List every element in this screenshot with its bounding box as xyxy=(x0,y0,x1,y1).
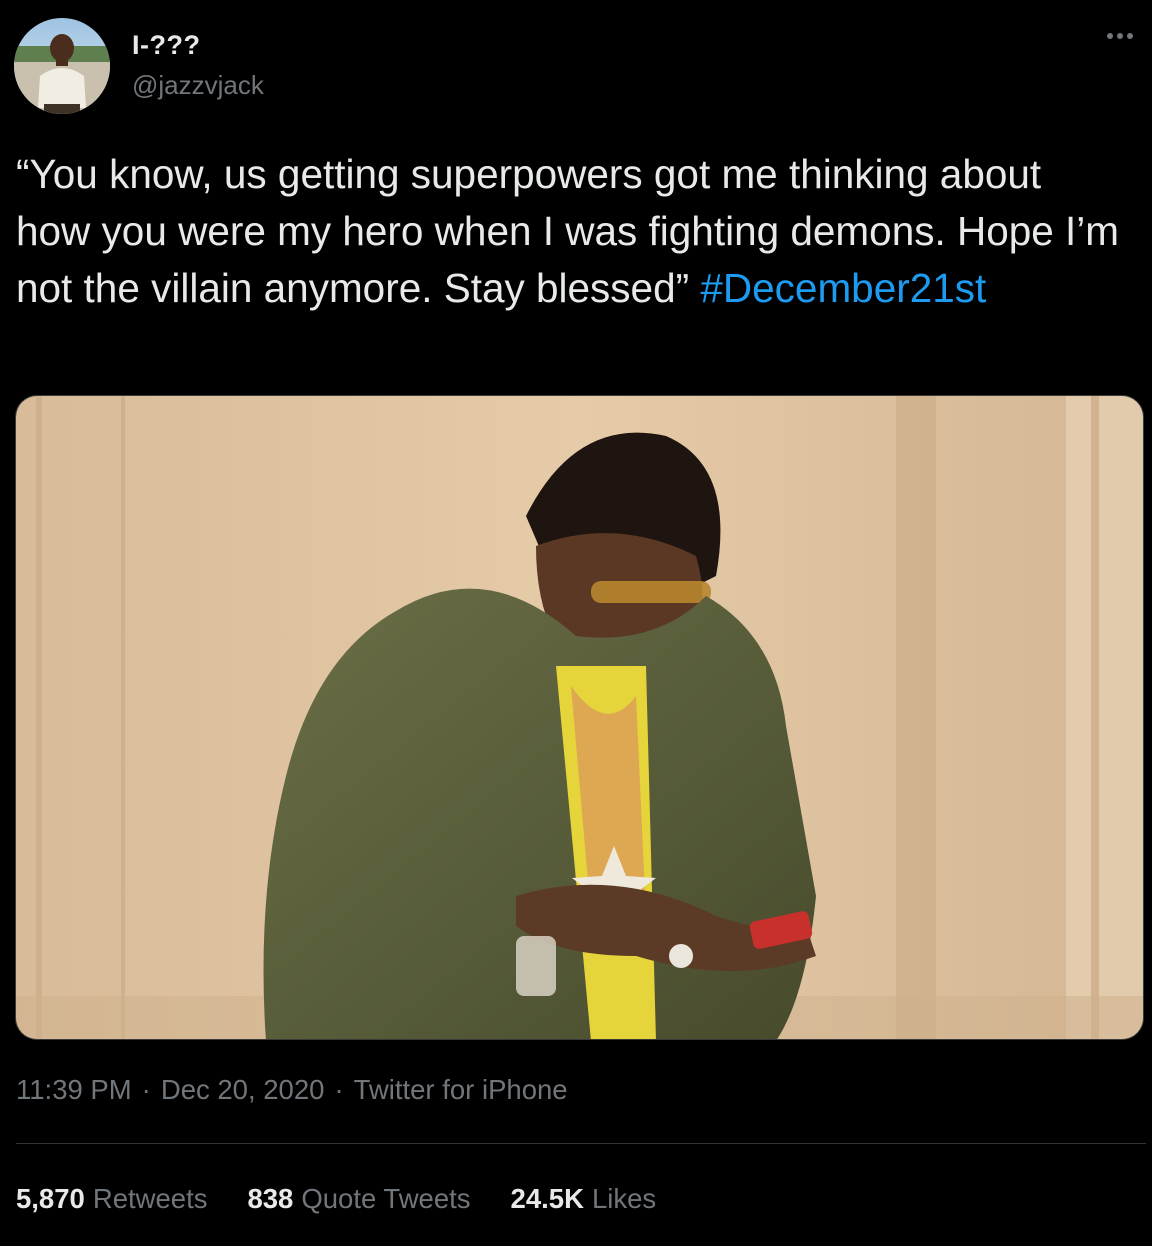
tweet-text: “You know, us getting superpowers got me… xyxy=(16,146,1126,317)
divider xyxy=(16,1143,1146,1144)
author-avatar[interactable] xyxy=(14,18,110,114)
tweet: I-??? @jazzvjack “You know, us getting s… xyxy=(0,0,1152,1246)
photo-image xyxy=(16,396,1143,1039)
tweet-stats: 5,870 Retweets 838 Quote Tweets 24.5K Likes xyxy=(16,1183,696,1215)
tweet-time[interactable]: 11:39 PM xyxy=(16,1074,132,1105)
quote-tweets-stat[interactable]: 838 Quote Tweets xyxy=(247,1183,470,1215)
tweet-media-photo[interactable] xyxy=(15,395,1144,1040)
meta-separator: · xyxy=(141,1074,151,1105)
likes-stat[interactable]: 24.5K Likes xyxy=(511,1183,657,1215)
tweet-date[interactable]: Dec 20, 2020 xyxy=(161,1074,325,1105)
quote-tweets-count: 838 xyxy=(247,1183,294,1214)
retweets-label: Retweets xyxy=(92,1183,208,1214)
author-handle[interactable]: @jazzvjack xyxy=(132,70,264,101)
likes-count: 24.5K xyxy=(510,1183,584,1214)
retweets-stat[interactable]: 5,870 Retweets xyxy=(16,1183,207,1215)
tweet-meta: 11:39 PM · Dec 20, 2020 · Twitter for iPhone xyxy=(16,1074,568,1106)
ellipsis-icon xyxy=(1107,33,1133,39)
user-avatar-photo xyxy=(14,18,110,114)
tweet-source[interactable]: Twitter for iPhone xyxy=(354,1074,568,1105)
retweets-count: 5,870 xyxy=(16,1183,85,1214)
more-options-button[interactable] xyxy=(1102,22,1138,50)
likes-label: Likes xyxy=(591,1183,657,1214)
author-display-name[interactable]: I-??? xyxy=(132,30,200,61)
meta-separator: · xyxy=(334,1074,344,1105)
quote-tweets-label: Quote Tweets xyxy=(301,1183,471,1214)
hashtag-link[interactable]: #December21st xyxy=(700,265,986,311)
